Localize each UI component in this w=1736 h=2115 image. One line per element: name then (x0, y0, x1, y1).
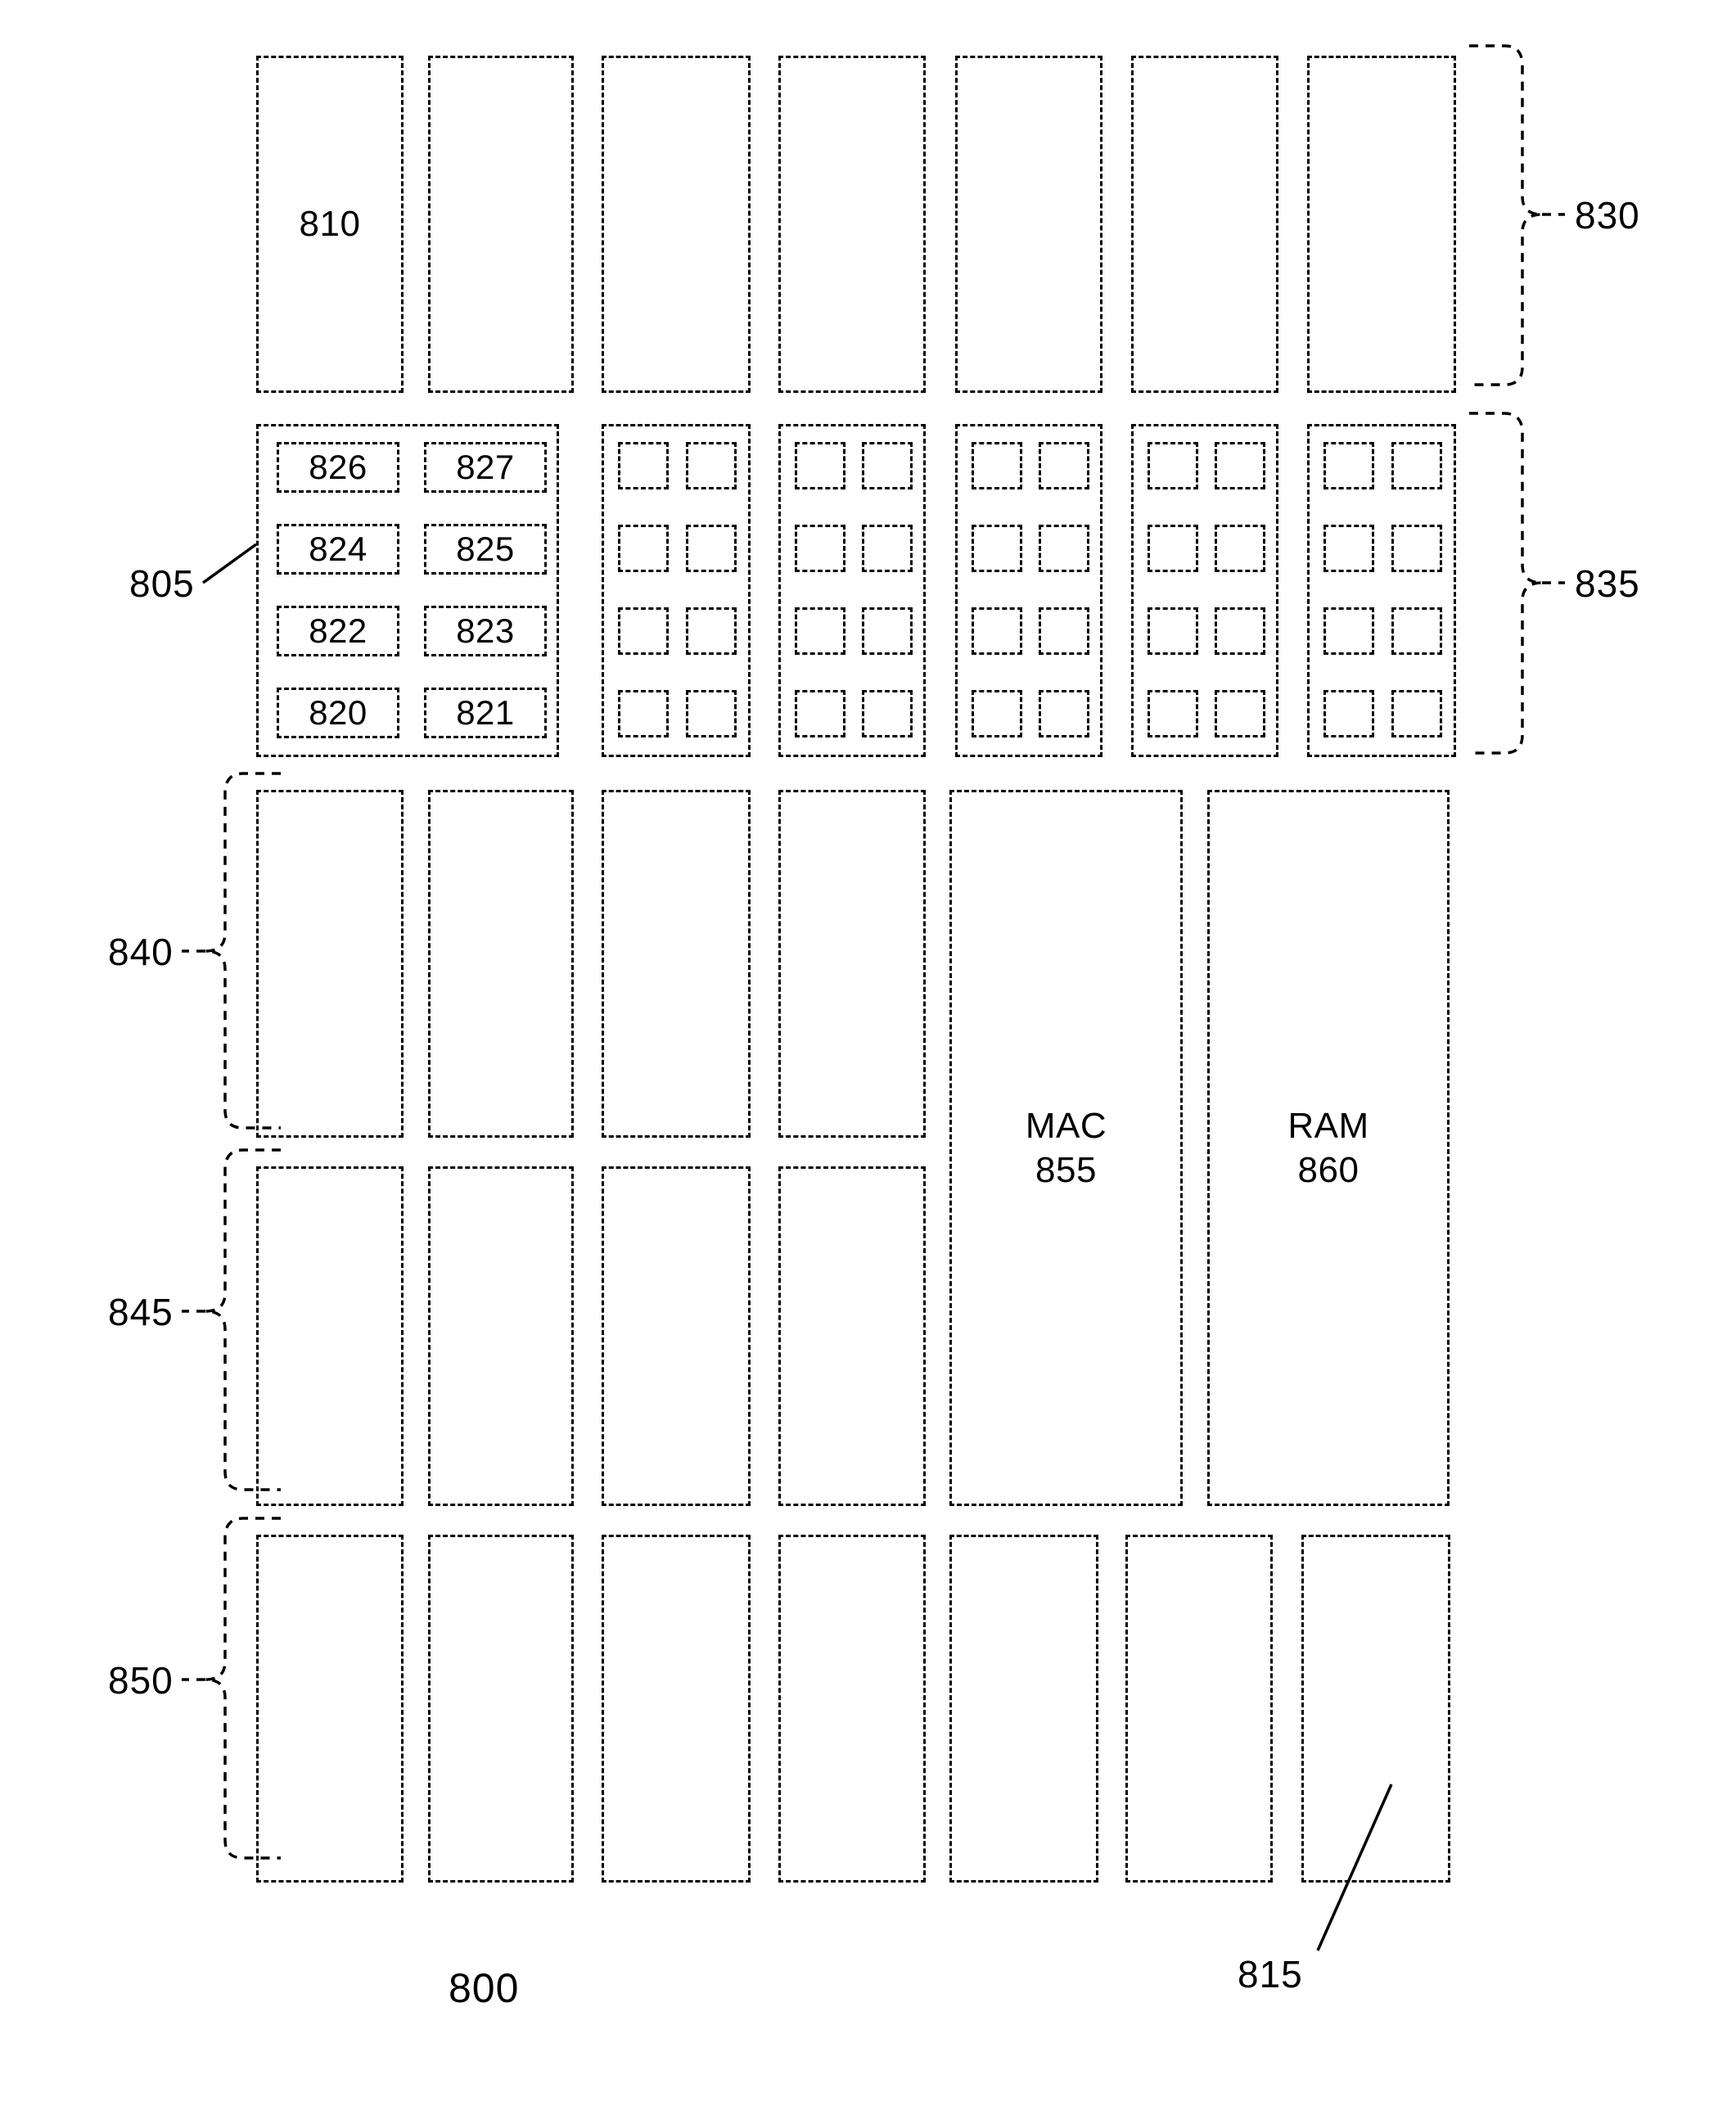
brace-850 (205, 1517, 281, 1860)
ref-label-835: 835 (1575, 562, 1640, 605)
figure-number-800: 800 (449, 1965, 520, 2011)
patent-figure-800: 810 826 827 824 825 822 823 820 821 MAC … (0, 0, 1736, 2115)
leader-805 (201, 543, 258, 584)
leader-815 (1316, 1784, 1393, 1951)
ref-label-840: 840 (108, 931, 174, 973)
brace-840 (205, 772, 281, 1130)
ref-label-805: 805 (129, 562, 195, 605)
ref-label-830: 830 (1575, 194, 1640, 237)
ref-label-815: 815 (1238, 1953, 1303, 1995)
ref-label-850: 850 (108, 1659, 174, 1702)
brace-845 (205, 1148, 281, 1491)
annotation-overlay (182, 44, 1565, 1951)
brace-830 (1469, 44, 1543, 386)
brace-835 (1469, 412, 1543, 755)
ref-label-845: 845 (108, 1291, 174, 1333)
